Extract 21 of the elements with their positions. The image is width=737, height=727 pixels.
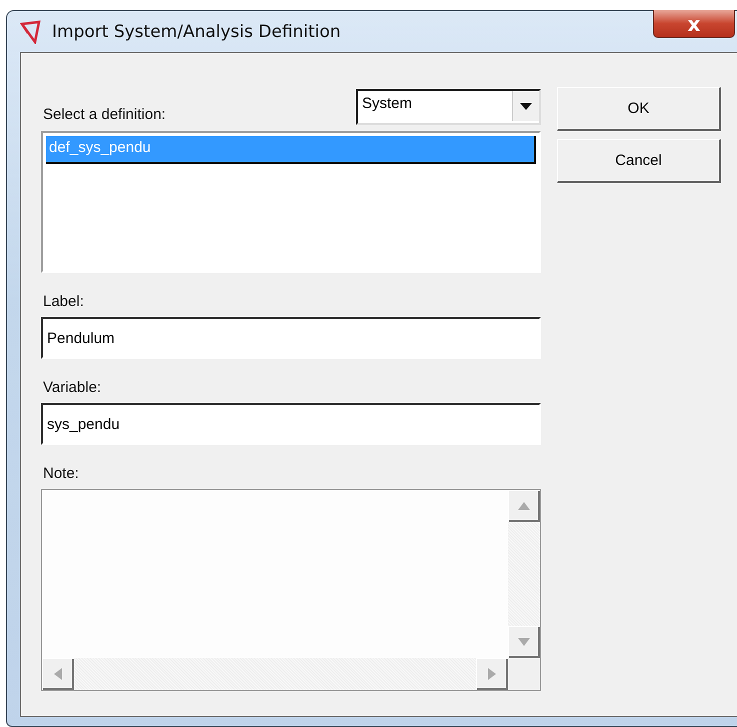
- type-dropdown[interactable]: System: [356, 89, 541, 125]
- horizontal-scrollbar[interactable]: [42, 658, 508, 690]
- vertical-scrollbar[interactable]: [508, 490, 540, 658]
- text-field[interactable]: sys_pendu: [41, 403, 541, 445]
- field-label: Label:: [43, 293, 85, 310]
- note-text-area[interactable]: [41, 489, 541, 691]
- scroll-right-icon[interactable]: [476, 658, 508, 690]
- note-label: Note:: [43, 465, 80, 482]
- scroll-left-icon[interactable]: [42, 658, 74, 690]
- select-definition-label: Select a definition:: [43, 106, 166, 123]
- scroll-down-icon[interactable]: [508, 626, 540, 658]
- field-label: Variable:: [43, 379, 102, 396]
- close-button[interactable]: x: [653, 10, 735, 38]
- app-logo-icon: [20, 20, 42, 44]
- text-field[interactable]: Pendulum: [41, 317, 541, 359]
- dialog-button[interactable]: OK: [557, 87, 721, 131]
- dialog-button[interactable]: Cancel: [557, 139, 721, 183]
- scrollbar-corner: [508, 658, 540, 690]
- scroll-up-icon[interactable]: [508, 490, 540, 522]
- window-title: Import System/Analysis Definition: [52, 22, 341, 42]
- dropdown-arrow-icon: [520, 102, 532, 110]
